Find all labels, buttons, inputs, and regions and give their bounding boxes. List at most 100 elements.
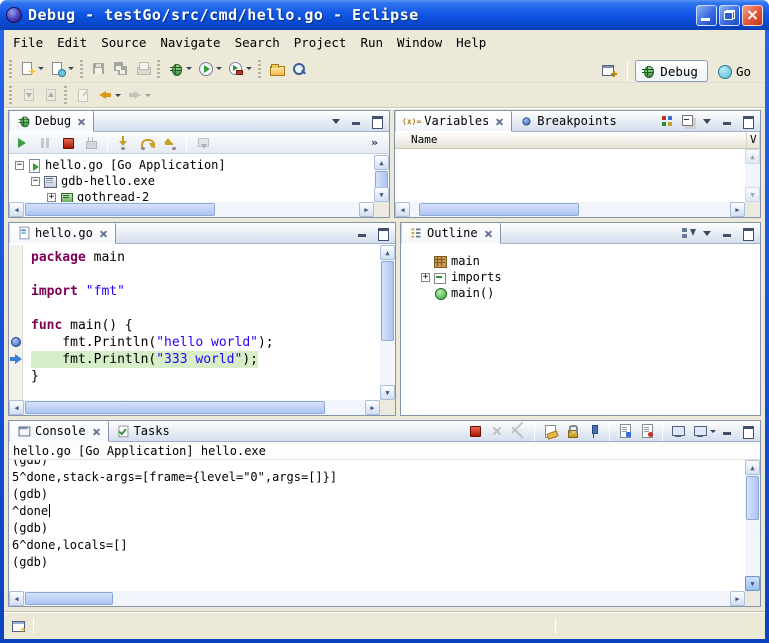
restore-window-button[interactable] — [719, 5, 740, 26]
minimize-view-button[interactable] — [354, 224, 372, 242]
scroll-down-button[interactable] — [745, 576, 760, 591]
scroll-right-button[interactable] — [365, 400, 380, 415]
variables-table[interactable] — [395, 149, 745, 202]
column-header-value[interactable]: V — [747, 132, 760, 148]
scrollbar-thumb[interactable] — [25, 203, 215, 216]
tab-hello-go[interactable]: hello.go — [9, 223, 116, 244]
tree-item-main[interactable]: main() — [417, 285, 760, 301]
breakpoint-icon[interactable] — [11, 337, 21, 347]
maximize-view-button[interactable] — [739, 422, 757, 440]
disconnect-button[interactable] — [80, 133, 102, 153]
open-resource-button[interactable] — [266, 57, 288, 81]
code-line-5[interactable]: func main() { — [31, 317, 380, 334]
display-console-button[interactable] — [667, 422, 689, 441]
editor-gutter[interactable] — [9, 245, 23, 400]
menu-help[interactable]: Help — [449, 32, 493, 53]
scroll-up-button[interactable] — [745, 149, 760, 164]
scrollbar-thumb[interactable] — [381, 261, 394, 341]
scroll-down-button[interactable] — [374, 187, 389, 202]
tab-debug[interactable]: Debug — [9, 111, 94, 132]
scrollbar-thumb[interactable] — [419, 203, 579, 216]
minimize-view-button[interactable] — [719, 422, 737, 440]
show-stderr-button[interactable] — [636, 422, 658, 441]
fast-view-button[interactable] — [8, 616, 28, 636]
collapse-toggle-icon[interactable]: − — [31, 177, 40, 186]
debug-vertical-scrollbar[interactable] — [374, 155, 389, 202]
menu-run[interactable]: Run — [353, 32, 390, 53]
editor-content[interactable]: package mainimport "fmt"func main() { fm… — [9, 245, 380, 400]
view-menu-button[interactable] — [699, 112, 717, 130]
debug-menu-button[interactable] — [165, 57, 195, 81]
menu-navigate[interactable]: Navigate — [153, 32, 227, 53]
code-line-3[interactable]: import "fmt" — [31, 283, 380, 300]
step-into-button[interactable] — [113, 133, 135, 153]
menu-search[interactable]: Search — [228, 32, 287, 53]
scroll-left-button[interactable] — [9, 400, 24, 415]
toolbar-overflow-button[interactable] — [365, 133, 387, 153]
remove-launch-button[interactable] — [486, 422, 508, 441]
dropdown-arrow-icon[interactable] — [246, 67, 252, 70]
code-line-8[interactable]: } — [31, 368, 380, 385]
tree-item-gothread-2[interactable]: +gothread-2 — [11, 189, 374, 202]
next-annotation-button[interactable] — [17, 83, 39, 107]
console-vertical-scrollbar[interactable] — [745, 460, 760, 591]
clear-console-button[interactable] — [539, 422, 561, 441]
tree-item-gdb-hello-exe[interactable]: −gdb-hello.exe — [11, 173, 374, 189]
scrollbar-thumb[interactable] — [746, 476, 759, 520]
suspend-button[interactable] — [34, 133, 56, 153]
dropdown-arrow-icon[interactable] — [115, 94, 121, 97]
code-line-4[interactable] — [31, 300, 380, 317]
close-window-button[interactable] — [742, 5, 763, 26]
editor-horizontal-scrollbar[interactable] — [9, 400, 380, 415]
scroll-left-button[interactable] — [9, 591, 24, 606]
menu-project[interactable]: Project — [287, 32, 354, 53]
debug-horizontal-scrollbar[interactable] — [9, 202, 374, 217]
scroll-right-button[interactable] — [359, 202, 374, 217]
minimize-view-button[interactable] — [719, 224, 737, 242]
expand-toggle-icon[interactable]: + — [47, 193, 56, 202]
expand-toggle-icon[interactable]: + — [421, 273, 430, 282]
scroll-down-button[interactable] — [745, 187, 760, 202]
new-go-element-button[interactable] — [47, 57, 77, 81]
minimize-view-button[interactable] — [348, 112, 366, 130]
external-tools-button[interactable] — [225, 57, 255, 81]
perspective-go-button[interactable]: Go — [711, 60, 761, 82]
save-button[interactable] — [88, 57, 110, 81]
run-menu-button[interactable] — [195, 57, 225, 81]
scroll-down-button[interactable] — [380, 385, 395, 400]
close-tab-icon[interactable] — [495, 116, 505, 126]
tree-item-imports[interactable]: +imports — [417, 269, 760, 285]
tree-item-hello-go-go-application[interactable]: −hello.go [Go Application] — [11, 157, 374, 173]
code-line-2[interactable] — [31, 266, 380, 283]
code-line-6[interactable]: fmt.Println("hello world"); — [31, 334, 380, 351]
save-all-button[interactable] — [110, 57, 132, 81]
perspective-debug-button[interactable]: Debug — [635, 60, 708, 82]
minimize-window-button[interactable] — [696, 5, 717, 26]
resume-button[interactable] — [11, 133, 33, 153]
scroll-left-button[interactable] — [395, 202, 410, 217]
scrollbar-thumb[interactable] — [25, 401, 325, 414]
print-button[interactable] — [132, 57, 154, 81]
menu-edit[interactable]: Edit — [50, 32, 94, 53]
scroll-right-button[interactable] — [730, 202, 745, 217]
show-type-names-button[interactable] — [659, 112, 677, 130]
variables-vertical-scrollbar[interactable] — [745, 149, 760, 202]
menu-window[interactable]: Window — [390, 32, 449, 53]
search-button[interactable] — [288, 57, 310, 81]
terminate-console-button[interactable] — [464, 422, 486, 441]
dropdown-arrow-icon[interactable] — [186, 67, 192, 70]
scroll-right-button[interactable] — [730, 591, 745, 606]
tab-variables[interactable]: (x)= Variables — [395, 111, 512, 132]
dropdown-arrow-icon[interactable] — [710, 430, 716, 433]
terminate-button[interactable] — [57, 133, 79, 153]
scroll-lock-button[interactable] — [561, 422, 583, 441]
dropdown-arrow-icon[interactable] — [38, 67, 44, 70]
scroll-left-button[interactable] — [9, 202, 24, 217]
instruction-pointer-icon[interactable] — [10, 354, 22, 364]
open-console-button[interactable] — [689, 422, 719, 441]
console-content[interactable]: (gdb)5^done,stack-args=[frame={level="0"… — [9, 460, 745, 591]
pin-console-button[interactable] — [583, 422, 605, 441]
maximize-view-button[interactable] — [374, 224, 392, 242]
scroll-up-button[interactable] — [380, 245, 395, 260]
menu-file[interactable]: File — [6, 32, 50, 53]
